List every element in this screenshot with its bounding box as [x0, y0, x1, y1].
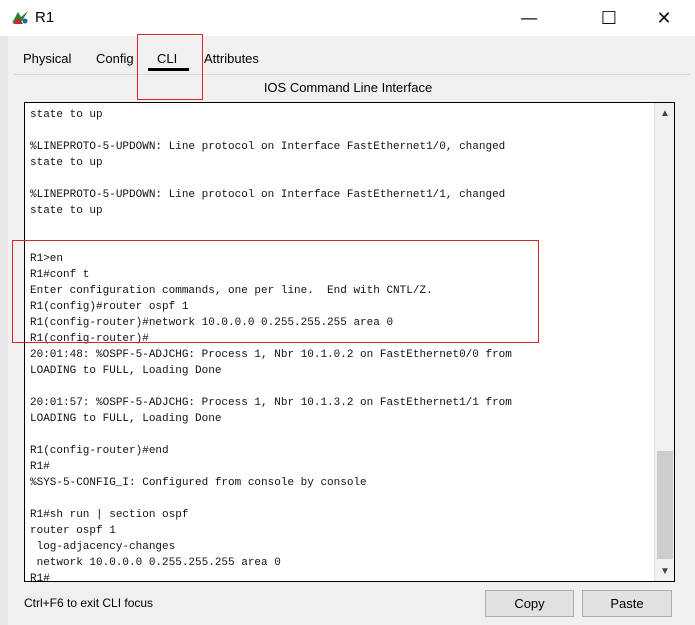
console-line: %LINEPROTO-5-UPDOWN: Line protocol on In… — [30, 189, 506, 201]
console-line: %LINEPROTO-5-UPDOWN: Line protocol on In… — [30, 141, 506, 153]
scroll-down-icon[interactable]: ▼ — [655, 561, 674, 581]
console-line: network 10.0.0.0 0.255.255.255 area 0 — [30, 557, 281, 569]
window-title: R1 — [35, 9, 55, 26]
console-scrollbar[interactable]: ▲ ▼ — [654, 103, 674, 581]
router-app-icon — [12, 11, 28, 24]
console-line: log-adjacency-changes — [30, 541, 176, 553]
console-line: router ospf 1 — [30, 525, 116, 537]
commands-highlight-box — [12, 240, 539, 343]
tab-physical[interactable]: Physical — [19, 44, 75, 74]
console-line: state to up — [30, 205, 103, 217]
section-title: IOS Command Line Interface — [263, 80, 433, 95]
console-output[interactable]: state to up %LINEPROTO-5-UPDOWN: Line pr… — [30, 107, 650, 582]
tab-attributes[interactable]: Attributes — [200, 44, 263, 74]
title-bar: R1 — ☐ ✕ — [0, 0, 695, 36]
console-line: R1# — [30, 461, 50, 473]
maximize-icon: ☐ — [600, 7, 618, 29]
console-line: R1# — [30, 573, 50, 582]
tab-divider — [14, 74, 690, 75]
scroll-thumb[interactable] — [657, 451, 673, 559]
console-line: state to up — [30, 157, 103, 169]
tab-config[interactable]: Config — [92, 44, 138, 74]
close-icon: ✕ — [656, 7, 672, 29]
console-line: 20:01:57: %OSPF-5-ADJCHG: Process 1, Nbr… — [30, 397, 512, 409]
console-line: 20:01:48: %OSPF-5-ADJCHG: Process 1, Nbr… — [30, 349, 512, 361]
console-line: LOADING to FULL, Loading Done — [30, 365, 222, 377]
cli-tab-highlight-box — [137, 34, 203, 100]
minimize-button[interactable]: — — [506, 0, 552, 36]
cli-focus-hint: Ctrl+F6 to exit CLI focus — [24, 596, 154, 610]
console-line: LOADING to FULL, Loading Done — [30, 413, 222, 425]
paste-button[interactable]: Paste — [582, 590, 672, 617]
copy-button[interactable]: Copy — [485, 590, 574, 617]
scroll-up-icon[interactable]: ▲ — [655, 103, 674, 123]
console-line: R1(config-router)#end — [30, 445, 169, 457]
dialog-edge — [0, 36, 8, 625]
close-button[interactable]: ✕ — [641, 0, 687, 36]
minimize-icon: — — [520, 7, 538, 29]
maximize-button[interactable]: ☐ — [586, 0, 632, 36]
console-line: %SYS-5-CONFIG_I: Configured from console… — [30, 477, 367, 489]
console-line: state to up — [30, 109, 103, 121]
console-line: R1#sh run | section ospf — [30, 509, 189, 521]
